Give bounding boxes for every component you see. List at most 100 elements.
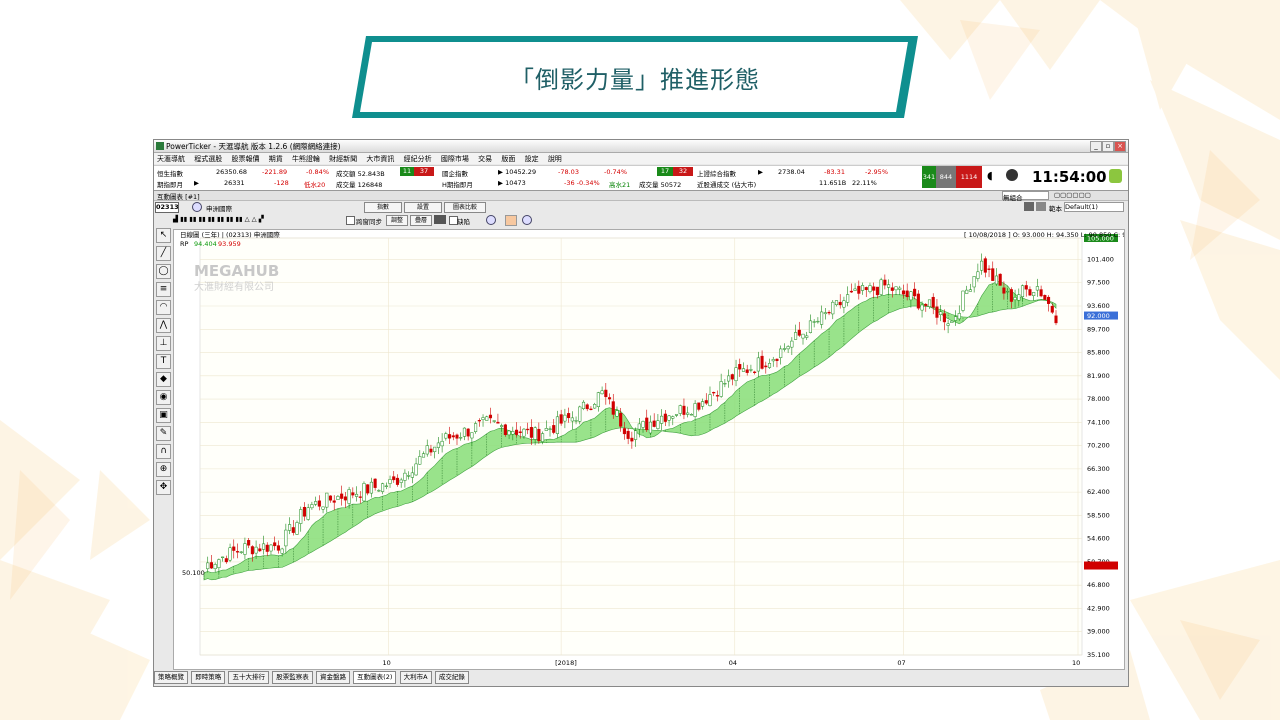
bottom-tab[interactable]: 成交紀錄 — [434, 671, 469, 684]
candle-body — [425, 445, 429, 455]
sync-checkbox[interactable] — [346, 216, 355, 225]
candle-body — [254, 546, 258, 554]
fan-tool-icon[interactable]: ⋀ — [156, 318, 171, 333]
record-icon[interactable] — [1006, 169, 1018, 181]
chevron-down-icon[interactable] — [486, 215, 496, 225]
candle-body — [652, 420, 656, 427]
cross-tool-icon[interactable]: ⊥ — [156, 336, 171, 351]
color-swatch[interactable] — [505, 215, 517, 226]
candle-body — [1047, 296, 1051, 304]
stock-code-input[interactable]: 02313 — [155, 202, 179, 213]
candle-body — [440, 440, 444, 447]
candle-body — [526, 428, 530, 431]
menu-item[interactable]: 股票報價 — [231, 154, 259, 164]
y-tick-label: 89.700 — [1087, 325, 1110, 333]
chevron-down-icon[interactable] — [522, 215, 532, 225]
menu-item[interactable]: 版面 — [501, 154, 515, 164]
window-controls-icons[interactable]: ▢▢▢▢▢▢ — [1054, 191, 1091, 199]
expand-icon[interactable]: ✥ — [156, 480, 171, 495]
candle-body — [418, 456, 422, 465]
zoom-icon[interactable]: ⊕ — [156, 462, 171, 477]
candle-body — [288, 524, 292, 531]
menu-item[interactable]: 期貨 — [269, 154, 283, 164]
candle-body — [481, 417, 485, 420]
arrow-icon: ▶ — [194, 179, 199, 187]
indicator-button[interactable]: 指數 — [364, 202, 402, 213]
line-tool-icon[interactable]: ╱ — [156, 246, 171, 261]
candle-body — [529, 427, 533, 438]
menu-item[interactable]: 天滙導航 — [157, 154, 185, 164]
menu-item[interactable]: 大市資訊 — [366, 154, 394, 164]
menu-item[interactable]: 程式選股 — [194, 154, 222, 164]
candle-body — [351, 492, 355, 496]
layout-select[interactable]: Default(1) — [1064, 202, 1124, 212]
candle-body — [622, 428, 626, 435]
settings-button[interactable]: 設置 — [404, 202, 442, 213]
app-icon — [156, 142, 164, 150]
adjust-button[interactable]: 調整 — [386, 215, 408, 226]
menu-item[interactable]: 交易 — [478, 154, 492, 164]
candle-body — [250, 546, 254, 555]
chart-compare-button[interactable]: 圖表比較 — [444, 202, 486, 213]
fut-label: 期指即月 — [157, 181, 183, 189]
maximize-button[interactable]: ▫ — [1102, 141, 1114, 152]
overlay-button[interactable]: 疊層 — [410, 215, 432, 226]
candle-body — [1039, 289, 1043, 297]
candle-body — [901, 290, 906, 295]
close-button[interactable]: × — [1114, 141, 1126, 152]
candle-body — [663, 413, 667, 422]
candle-body — [678, 405, 682, 414]
bottom-tab-active[interactable]: 互動圖表(2) — [353, 671, 397, 684]
candle-body — [451, 435, 455, 438]
bottom-tab[interactable]: 即時策略 — [191, 671, 226, 684]
eraser-icon[interactable]: ◆ — [156, 372, 171, 387]
bottom-tab[interactable]: 策略概覽 — [154, 671, 188, 684]
price-chart-svg[interactable]: 105.000101.40097.50093.60089.70085.80081… — [174, 230, 1145, 669]
printer-icon[interactable] — [1024, 202, 1034, 211]
magnet-icon[interactable]: ∩ — [156, 444, 171, 459]
grid-icon[interactable] — [434, 215, 446, 224]
lock-icon[interactable]: ▣ — [156, 408, 171, 423]
candle-body — [927, 299, 932, 307]
ellipse-tool-icon[interactable]: ◯ — [156, 264, 171, 279]
low-marker — [1084, 561, 1118, 570]
speaker-icon[interactable]: ◖ — [987, 169, 993, 182]
pointer-icon[interactable]: ↖ — [156, 228, 171, 243]
menu-item[interactable]: 說明 — [548, 154, 562, 164]
candle-body — [771, 359, 775, 362]
menu-item[interactable]: 設定 — [525, 154, 539, 164]
candle-body — [879, 279, 883, 295]
pencil-icon[interactable]: ✎ — [156, 426, 171, 441]
candle-body — [887, 284, 891, 288]
candle-body — [637, 423, 641, 430]
menu-item[interactable]: 財經新聞 — [329, 154, 357, 164]
interactive-chart[interactable]: 105.000101.40097.50093.60089.70085.80081… — [173, 229, 1145, 670]
combo-select[interactable]: 無組合 — [1002, 191, 1049, 202]
candle-body — [931, 296, 935, 308]
text-tool-icon[interactable]: T — [156, 354, 171, 369]
bottom-tab[interactable]: 大利市A — [399, 671, 432, 684]
candle-body — [421, 453, 426, 458]
minimize-button[interactable]: _ — [1090, 141, 1102, 152]
candle-body — [444, 433, 448, 439]
layout-label: 範本 — [1049, 205, 1062, 213]
chart-type-icons[interactable]: ▟ ▮▮ ▮▮ ▮▮ ▮▮ ▮▮ ▮▮ ▮▮ △ △ ▞ — [173, 215, 264, 223]
fib-retracement-icon[interactable]: ≡ — [156, 282, 171, 297]
candle-body — [574, 420, 578, 422]
sync-label: 跨窗同步 — [356, 218, 382, 226]
candle-body — [794, 332, 798, 340]
menu-item[interactable]: 牛熊證輪 — [292, 154, 320, 164]
gear-icon[interactable] — [1036, 202, 1046, 211]
menu-item[interactable]: 經紀分析 — [404, 154, 432, 164]
bottom-tab[interactable]: 資金盤路 — [315, 671, 350, 684]
candle-body — [213, 564, 217, 570]
fib-arc-icon[interactable]: ◠ — [156, 300, 171, 315]
dropdown-icon[interactable] — [192, 202, 202, 212]
candle-body — [247, 540, 251, 546]
near-pct: 22.11% — [852, 179, 877, 187]
cube-icon[interactable] — [1109, 169, 1122, 183]
menu-item[interactable]: 國際市場 — [441, 154, 469, 164]
bottom-tab[interactable]: 五十大排行 — [228, 671, 269, 684]
bottom-tab[interactable]: 股票監察表 — [272, 671, 313, 684]
eye-icon[interactable]: ◉ — [156, 390, 171, 405]
